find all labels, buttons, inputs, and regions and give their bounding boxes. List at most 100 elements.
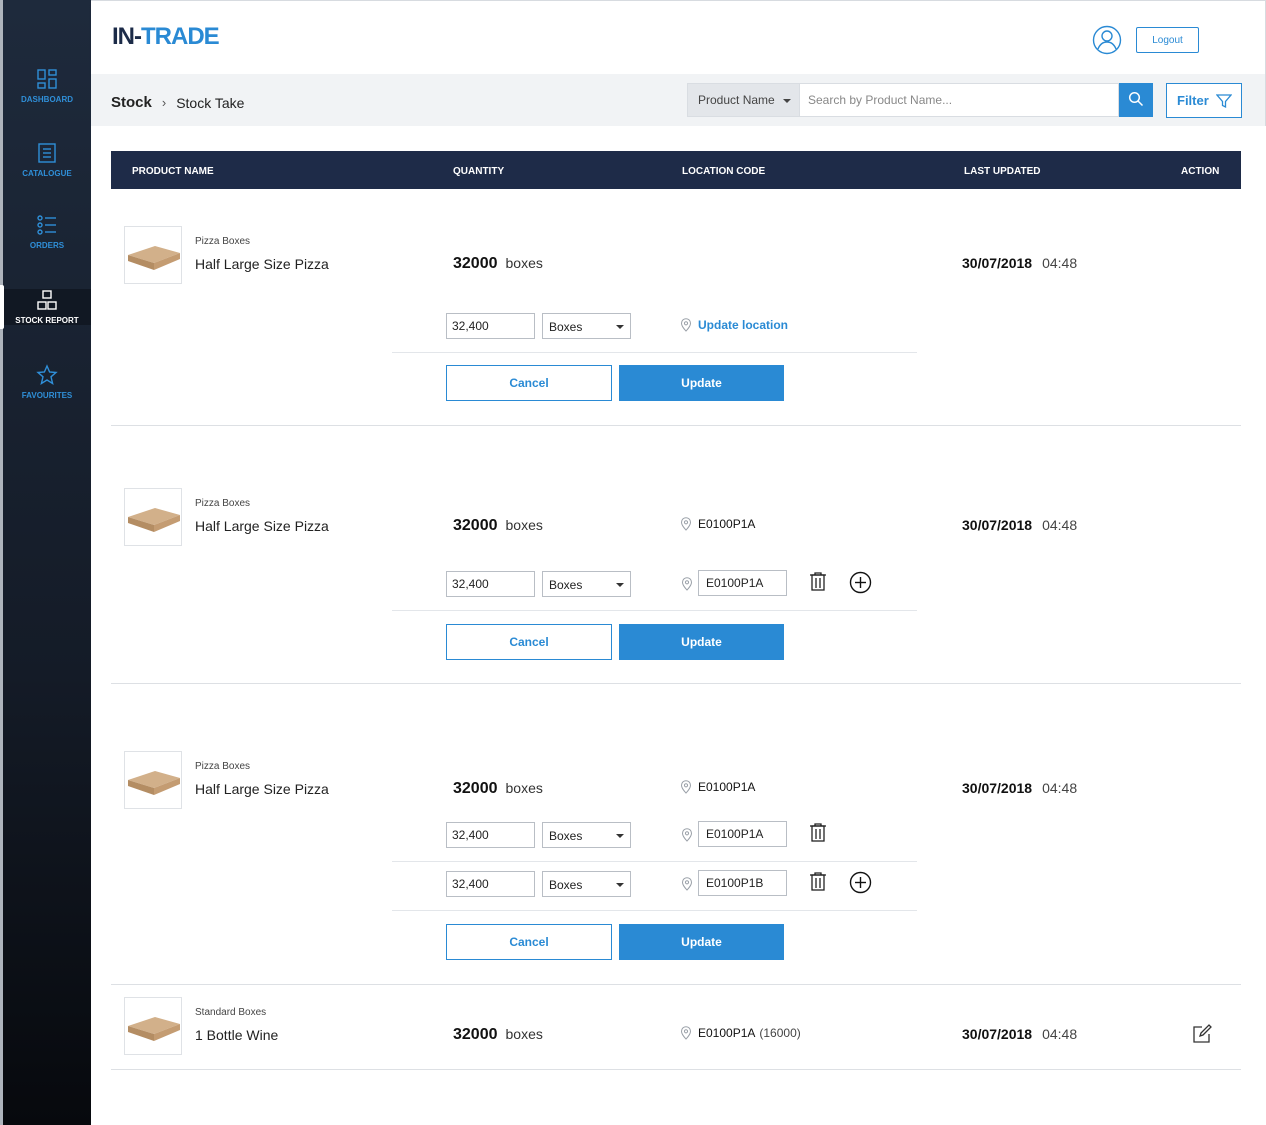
quantity-value: 32000: [453, 1026, 498, 1043]
sidebar-item-catalogue[interactable]: CATALOGUE: [3, 142, 91, 178]
breadcrumb-root[interactable]: Stock: [111, 94, 152, 111]
filter-button[interactable]: Filter: [1166, 83, 1242, 118]
table-header: PRODUCT NAME QUANTITY LOCATION CODE LAST…: [111, 151, 1241, 189]
product-category: Pizza Boxes: [195, 761, 251, 772]
location-input[interactable]: [698, 870, 787, 896]
search-input[interactable]: [800, 83, 1119, 117]
top-bar: IN-TRADE Logout: [91, 0, 1266, 74]
pizza-box-image: [128, 508, 180, 532]
location-input[interactable]: [698, 821, 787, 847]
last-updated-time: 04:48: [1042, 255, 1078, 271]
last-updated-date: 30/07/2018: [962, 517, 1033, 533]
pizza-box-image: [128, 771, 180, 795]
update-button[interactable]: Update: [619, 365, 784, 401]
product-name: 1 Bottle Wine: [195, 1027, 279, 1043]
update-button[interactable]: Update: [619, 624, 784, 660]
row-divider: [111, 683, 1241, 684]
unit-select[interactable]: Boxes: [542, 313, 631, 339]
sidebar-item-dashboard[interactable]: DASHBOARD: [3, 68, 91, 104]
update-location-link[interactable]: Update location: [680, 318, 788, 332]
sidebar-item-stock-report[interactable]: STOCK REPORT: [0, 285, 91, 329]
search-button[interactable]: [1119, 83, 1153, 117]
breadcrumb: Stock › Stock Take: [111, 94, 244, 111]
sidebar-item-label: ORDERS: [29, 241, 65, 250]
last-updated-date: 30/07/2018: [962, 255, 1033, 271]
sidebar: DASHBOARD CATALOGUE ORDERS STOCK REPORT …: [0, 0, 91, 1125]
row-divider: [111, 425, 1241, 426]
location-pin-icon: [680, 517, 692, 531]
trash-icon[interactable]: [808, 571, 828, 592]
location-code-value: E0100P1A: [698, 780, 756, 794]
product-category: Standard Boxes: [195, 1007, 267, 1018]
unit-select-value: Boxes: [549, 578, 583, 592]
last-updated-time: 04:48: [1042, 517, 1078, 533]
sidebar-item-orders[interactable]: ORDERS: [3, 214, 91, 250]
unit-select[interactable]: Boxes: [542, 571, 631, 597]
divider: [392, 910, 917, 911]
sub-bar: Stock › Stock Take Product Name Filter: [91, 74, 1266, 126]
search-type-label: Product Name: [698, 93, 775, 107]
product-thumbnail: [124, 226, 182, 284]
user-avatar-icon[interactable]: [1092, 25, 1122, 55]
logo: IN-TRADE: [112, 23, 220, 51]
logout-button[interactable]: Logout: [1136, 27, 1199, 53]
last-updated-time: 04:48: [1042, 1026, 1078, 1042]
product-name: Half Large Size Pizza: [195, 256, 329, 272]
quantity-input[interactable]: [446, 313, 535, 339]
divider: [392, 861, 917, 862]
cancel-button[interactable]: Cancel: [446, 365, 612, 401]
trash-icon[interactable]: [808, 822, 828, 843]
edit-icon[interactable]: [1192, 1024, 1212, 1044]
quantity-input[interactable]: [446, 871, 535, 897]
column-header-location-code: LOCATION CODE: [682, 166, 766, 177]
divider: [392, 610, 917, 611]
location-code-value: E0100P1A: [698, 1026, 756, 1040]
update-button[interactable]: Update: [619, 924, 784, 960]
search-type-dropdown[interactable]: Product Name: [687, 83, 800, 117]
add-location-icon[interactable]: [849, 571, 872, 594]
logo-text-right: TRADE: [141, 23, 220, 50]
location-code: E0100P1A: [680, 780, 755, 794]
product-category: Pizza Boxes: [195, 498, 251, 509]
location-code: E0100P1A: [680, 517, 755, 531]
column-header-action: ACTION: [1181, 166, 1220, 177]
column-header-quantity: QUANTITY: [453, 166, 505, 177]
column-header-product-name: PRODUCT NAME: [132, 166, 214, 177]
sidebar-item-label: DASHBOARD: [21, 95, 73, 104]
box-image: [128, 1017, 180, 1041]
last-updated: 30/07/2018 04:48: [962, 1026, 1077, 1042]
sidebar-item-label: CATALOGUE: [22, 169, 72, 178]
add-location-icon[interactable]: [849, 871, 872, 894]
product-name: Half Large Size Pizza: [195, 781, 329, 797]
unit-select-value: Boxes: [549, 878, 583, 892]
unit-select[interactable]: Boxes: [542, 822, 631, 848]
caret-down-icon: [616, 834, 624, 838]
caret-down-icon: [783, 99, 791, 103]
location-pin-icon: [680, 1026, 692, 1040]
quantity-unit: boxes: [505, 517, 543, 533]
location-pin-icon: [681, 877, 693, 891]
location-pin-icon: [680, 318, 692, 332]
divider: [392, 352, 917, 353]
quantity-input[interactable]: [446, 822, 535, 848]
trash-icon[interactable]: [808, 871, 828, 892]
unit-select-value: Boxes: [549, 320, 583, 334]
quantity-value: 32000: [453, 517, 498, 534]
location-pin-icon: [681, 828, 693, 842]
sidebar-item-favourites[interactable]: FAVOURITES: [3, 364, 91, 400]
cancel-button[interactable]: Cancel: [446, 624, 612, 660]
quantity-input[interactable]: [446, 571, 535, 597]
cancel-button[interactable]: Cancel: [446, 924, 612, 960]
breadcrumb-current: Stock Take: [176, 94, 245, 111]
catalogue-icon: [38, 143, 56, 163]
sidebar-item-label: STOCK REPORT: [15, 316, 79, 325]
search-icon: [1128, 91, 1144, 106]
location-input[interactable]: [698, 570, 787, 596]
last-updated-time: 04:48: [1042, 780, 1078, 796]
product-thumbnail: [124, 751, 182, 809]
unit-select[interactable]: Boxes: [542, 871, 631, 897]
quantity-value: 32000: [453, 255, 498, 272]
caret-down-icon: [616, 325, 624, 329]
last-updated: 30/07/2018 04:48: [962, 780, 1077, 796]
last-updated: 30/07/2018 04:48: [962, 255, 1077, 271]
